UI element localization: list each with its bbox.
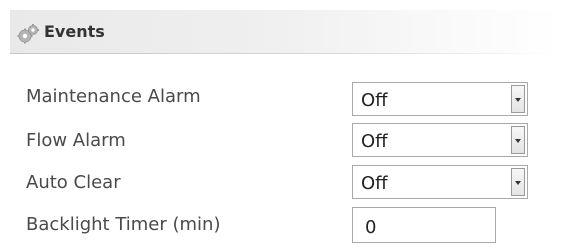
auto-clear-select[interactable]: Off (352, 165, 528, 199)
header-divider (10, 53, 550, 54)
backlight-timer-input[interactable]: 0 (352, 207, 496, 243)
chevron-down-icon (515, 181, 521, 185)
select-value: Off (361, 173, 388, 194)
auto-clear-label: Auto Clear (26, 172, 121, 193)
select-value: Off (361, 131, 388, 152)
flow-alarm-label: Flow Alarm (26, 130, 126, 151)
dropdown-button[interactable] (511, 85, 525, 113)
gear-icon (16, 22, 40, 46)
flow-alarm-select[interactable]: Off (352, 123, 528, 157)
events-panel: Events Maintenance Alarm Off Flow Alarm … (0, 0, 562, 252)
dropdown-button[interactable] (511, 126, 525, 154)
dropdown-button[interactable] (511, 168, 525, 196)
maintenance-alarm-label: Maintenance Alarm (26, 86, 201, 107)
chevron-down-icon (515, 139, 521, 143)
backlight-timer-label: Backlight Timer (min) (26, 214, 221, 235)
chevron-down-icon (515, 98, 521, 102)
input-value: 0 (365, 217, 377, 238)
panel-title: Events (44, 22, 105, 41)
select-value: Off (361, 90, 388, 111)
maintenance-alarm-select[interactable]: Off (352, 82, 528, 116)
